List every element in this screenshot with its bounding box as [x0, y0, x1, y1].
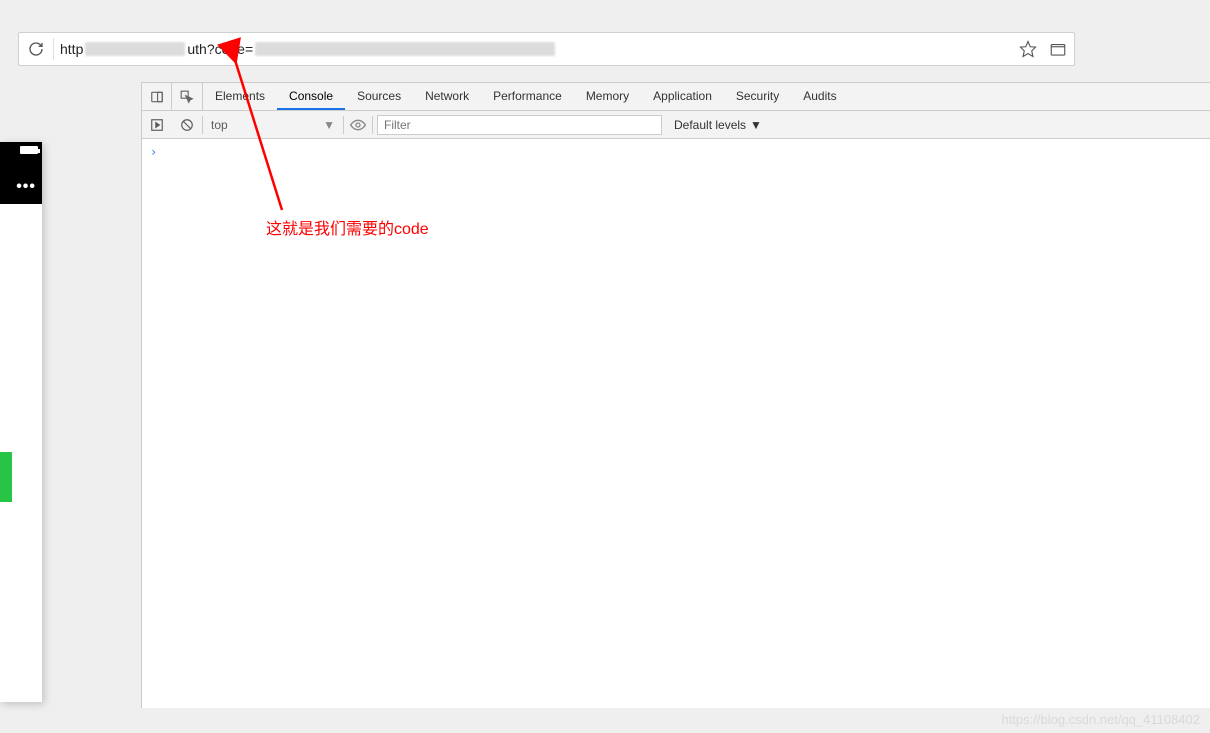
levels-label: Default levels [674, 118, 746, 132]
mobile-statusbar: ••• [0, 142, 42, 204]
inspect-element-icon[interactable] [172, 83, 202, 110]
tab-console[interactable]: Console [277, 83, 345, 110]
tab-security[interactable]: Security [724, 83, 791, 110]
context-selector[interactable]: top ▼ [203, 111, 343, 139]
devtools-panel: Elements Console Sources Network Perform… [141, 82, 1210, 708]
tab-label: Security [736, 89, 779, 103]
url-input[interactable]: http uth?code= [60, 41, 1010, 57]
annotation-text: 这就是我们需要的code [266, 215, 429, 239]
reading-list-icon[interactable] [1048, 39, 1068, 59]
tab-label: Console [289, 89, 333, 103]
toggle-sidebar-icon[interactable] [142, 111, 172, 139]
filter-field[interactable] [377, 115, 662, 135]
tab-application[interactable]: Application [641, 83, 724, 110]
tab-audits[interactable]: Audits [791, 83, 848, 110]
tab-label: Sources [357, 89, 401, 103]
mobile-preview: ••• [0, 142, 42, 702]
watermark-text: https://blog.csdn.net/qq_41108402 [1001, 712, 1200, 727]
address-bar: http uth?code= [18, 32, 1075, 66]
tab-performance[interactable]: Performance [481, 83, 574, 110]
more-dots-icon: ••• [16, 178, 36, 196]
console-prompt: › [150, 145, 157, 159]
tab-label: Memory [586, 89, 629, 103]
url-mid: uth?code= [187, 41, 253, 57]
context-label: top [211, 118, 228, 132]
url-redacted-host [85, 42, 185, 56]
tab-network[interactable]: Network [413, 83, 481, 110]
divider [53, 38, 54, 60]
reload-button[interactable] [25, 38, 47, 60]
tab-sources[interactable]: Sources [345, 83, 413, 110]
url-redacted-code [255, 42, 555, 56]
tab-memory[interactable]: Memory [574, 83, 641, 110]
battery-icon [20, 146, 38, 154]
console-toolbar: top ▼ Default levels ▼ [142, 111, 1210, 139]
filter-input[interactable] [377, 115, 662, 135]
tab-elements[interactable]: Elements [203, 83, 277, 110]
devtools-tabbar: Elements Console Sources Network Perform… [142, 83, 1210, 111]
tab-label: Network [425, 89, 469, 103]
clear-console-icon[interactable] [172, 111, 202, 139]
favorite-star-icon[interactable] [1018, 39, 1038, 59]
chevron-down-icon: ▼ [750, 118, 762, 132]
mobile-green-accent [0, 452, 12, 502]
tab-label: Performance [493, 89, 562, 103]
log-levels-selector[interactable]: Default levels ▼ [662, 118, 774, 132]
url-prefix: http [60, 41, 83, 57]
chevron-down-icon: ▼ [323, 118, 335, 132]
tab-label: Elements [215, 89, 265, 103]
live-expression-icon[interactable] [344, 117, 372, 133]
tab-label: Audits [803, 89, 836, 103]
dock-side-icon[interactable] [142, 83, 172, 110]
tab-label: Application [653, 89, 712, 103]
